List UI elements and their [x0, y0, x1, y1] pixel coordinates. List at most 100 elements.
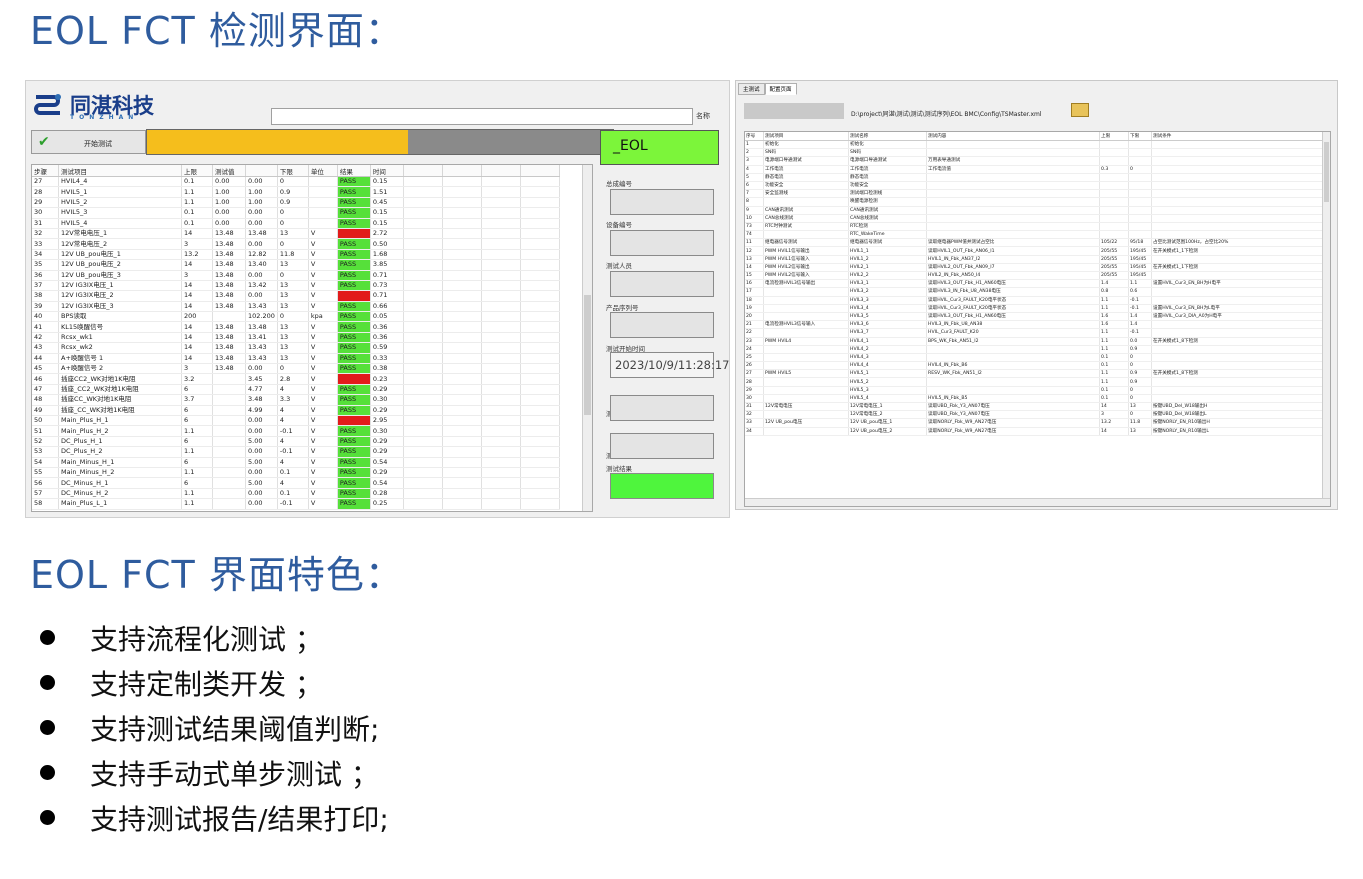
- config-table-row[interactable]: 31 12V常电电压 12V常电电压_1 读取UBD_Fbk_Y3_AN07电压 14 1…: [745, 402, 1330, 412]
- config-table-row[interactable]: 26 HVIL4_4 HVIL4_IN_Fbk_B6 0.1 0: [745, 361, 1330, 371]
- config-table-row[interactable]: 1 初始化 初始化: [745, 140, 1330, 150]
- config-table-row[interactable]: 27 PWM HVIL5 HVIL5_1 RESV_WK_Fbk_AN51_I2 1.1…: [745, 369, 1330, 379]
- config-table-row[interactable]: 25 HVIL4_3 0.1 0: [745, 353, 1330, 363]
- column-header[interactable]: 步骤: [32, 165, 59, 177]
- serial-number-field[interactable]: [610, 312, 714, 338]
- config-table-row[interactable]: 6 功能安全 功能安全: [745, 181, 1330, 191]
- config-table-row[interactable]: 2 SN码 SN码: [745, 148, 1330, 158]
- config-table-container[interactable]: 序号 测试项目 测试名称 测试内容 上限 下限 测试条件 1 初始化 初始化 2 SN码 SN码 3 电源…: [744, 131, 1331, 507]
- table-row[interactable]: 44 A+唤醒信号 1 14 13.48 13.43 13 V PASS 0.33: [32, 353, 560, 365]
- config-table-row[interactable]: 10 CAN总线测试 CAN总线测试: [745, 214, 1330, 223]
- table-row[interactable]: 56 DC_Minus_H_1 6 5.00 4 V PASS 0.54: [32, 477, 560, 489]
- table-row[interactable]: 31 HVIL5_4 0.1 0.00 0.00 0 PASS 0.15: [32, 218, 560, 229]
- config-table-row[interactable]: 7 安全监测线 测试端口检测线: [745, 189, 1330, 199]
- config-table-row[interactable]: 14 PWM HVIL2信号输出 HVIL2_1 读取HVIL2_OUT_Fbk_AN…: [745, 263, 1330, 273]
- table-row[interactable]: 29 HVIL5_2 1.1 1.00 1.00 0.9 PASS 0.45: [32, 197, 560, 209]
- table-row[interactable]: 53 DC_Plus_H_2 1.1 0.00 -0.1 V PASS 0.29: [32, 446, 560, 458]
- config-table-row[interactable]: 11 继电器信号测试 继电器信号测试 读取继电器PWM值并测试占空比 105/22 95/…: [745, 238, 1330, 248]
- table-row[interactable]: 58 Main_Plus_L_1 1.1 0.00 -0.1 V PASS 0.25: [32, 498, 560, 510]
- table-row[interactable]: 39 12V IG3IX电压_3 14 13.48 13.43 13 V PASS 0.66: [32, 301, 560, 313]
- config-table-row[interactable]: 29 HVIL5_3 0.1 0: [745, 386, 1330, 395]
- column-header[interactable]: 测试值: [212, 165, 246, 177]
- table-row[interactable]: 54 Main_Minus_H_1 6 5.00 4 V PASS 0.54: [32, 457, 560, 468]
- config-table-row[interactable]: 13 PWM HVIL1信号输入 HVIL1_2 HVIL1_IN_Fbk_AN37_…: [745, 255, 1330, 264]
- table-row[interactable]: 35 12V UB_pou电压_2 14 13.48 13.40 13 V PASS 3.85: [32, 259, 560, 271]
- config-table-row[interactable]: 22 HVIL3_7 HVIL_Cur3_FAULT_K20 1.1 -0.1: [745, 328, 1330, 338]
- config-column-header[interactable]: 测试内容: [926, 132, 1100, 141]
- table-row[interactable]: 28 HVIL5_1 1.1 1.00 1.00 0.9 PASS 1.51: [32, 186, 560, 198]
- config-table-row[interactable]: 28 HVIL5_2 1.1 0.9: [745, 377, 1330, 387]
- config-table-row[interactable]: 5 静态电流 静态电流: [745, 173, 1330, 182]
- config-table-row[interactable]: 32 12V常电电压_2 读取UBD_Fbk_Y3_AN07电压 3 0 按键UBD_De…: [745, 410, 1330, 420]
- table-row[interactable]: 57 DC_Minus_H_2 1.1 0.00 0.1 V PASS 0.28: [32, 488, 560, 500]
- top-input-field[interactable]: [271, 108, 693, 125]
- table-row[interactable]: 27 HVIL4_4 0.1 0.00 0.00 0 PASS 0.15: [32, 176, 560, 188]
- table-row[interactable]: 51 Main_Plus_H_2 1.1 0.00 -0.1 V PASS 0.30: [32, 425, 560, 437]
- config-scrollbar-thumb[interactable]: [1324, 142, 1329, 202]
- table-row[interactable]: 32 12V常电电压_1 14 13.48 13.48 13 V 2.72: [32, 228, 560, 240]
- config-vertical-scrollbar[interactable]: [1322, 132, 1330, 506]
- table-row[interactable]: 49 插座_CC_WK对地1K电阻 6 4.99 4 V PASS 0.29: [32, 405, 560, 417]
- config-table-row[interactable]: 74 RTC_WakeTime: [745, 230, 1330, 240]
- table-row[interactable]: 55 Main_Minus_H_2 1.1 0.00 0.1 V PASS 0.29: [32, 467, 560, 479]
- config-column-header[interactable]: 测试条件: [1151, 132, 1330, 141]
- table-row[interactable]: 43 Rcsx_wk2 14 13.48 13.43 13 V PASS 0.59: [32, 342, 560, 354]
- table-row[interactable]: 45 A+唤醒信号 2 3 13.48 0.00 0 V PASS 0.38: [32, 363, 560, 375]
- table-row[interactable]: 50 Main_Plus_H_1 6 0.00 4 V 2.95: [32, 415, 560, 427]
- table-row[interactable]: 42 Rcsx_wk1 14 13.48 13.41 13 V PASS 0.36: [32, 332, 560, 344]
- table-row[interactable]: 52 DC_Plus_H_1 6 5.00 4 V PASS 0.29: [32, 436, 560, 448]
- device-number-field[interactable]: [610, 230, 714, 256]
- config-column-header[interactable]: 上限: [1099, 132, 1129, 141]
- start-time-field[interactable]: 2023/10/9/11:28:17: [610, 352, 729, 378]
- test-results-table-container[interactable]: 步骤 测试项目 上限 测试值 下限 单位 结果 时间 27 HVIL4_4 0.1 0.00 0.00…: [31, 164, 593, 512]
- config-name-field[interactable]: [744, 103, 844, 119]
- total-time-field[interactable]: [610, 433, 714, 459]
- table-row[interactable]: 46 插座CC2_WK对地1K电阻 3.2 3.45 2.8 V 0.23: [32, 373, 560, 385]
- end-time-field[interactable]: [610, 395, 714, 421]
- table-row[interactable]: 37 12V IG3IX电压_1 14 13.48 13.42 13 V PASS 0.73: [32, 280, 560, 292]
- config-table-row[interactable]: 21 电流检测HVIL3信号输入 HVIL3_6 HVIL3_IN_Fbk_U8_AN…: [745, 320, 1330, 330]
- scrollbar-thumb[interactable]: [584, 295, 591, 415]
- table-row[interactable]: 41 KL15唤醒信号 14 13.48 13.48 13 V PASS 0.36: [32, 321, 560, 333]
- table-row[interactable]: 40 BPS读取 200 102.200 0 kpa PASS 0.05: [32, 311, 560, 323]
- tester-field[interactable]: [610, 271, 714, 297]
- column-header[interactable]: 下限: [277, 165, 309, 177]
- column-header[interactable]: 结果: [337, 165, 371, 177]
- config-table-row[interactable]: 34 12V UB_pou电压_2 读取NORLY_Fbk_W9_AN27电压 14 1…: [745, 427, 1330, 436]
- config-horizontal-scrollbar[interactable]: [745, 498, 1330, 506]
- table-row[interactable]: 33 12V常电电压_2 3 13.48 0.00 0 V PASS 0.50: [32, 238, 560, 250]
- tab-main-test[interactable]: 主测试: [738, 83, 765, 95]
- table-row[interactable]: 36 12V UB_pou电压_3 3 13.48 0.00 0 V PASS 0.71: [32, 270, 560, 281]
- config-column-header[interactable]: 序号: [745, 132, 764, 141]
- config-table-row[interactable]: 3 电源端口导通测试 电源端口导通测试 万用表导通测试: [745, 156, 1330, 166]
- test-result-field[interactable]: [610, 473, 714, 499]
- vertical-scrollbar[interactable]: [582, 165, 592, 511]
- table-row[interactable]: 47 插座_CC2_WK对地1K电阻 6 4.77 4 V PASS 0.29: [32, 384, 560, 396]
- folder-icon[interactable]: [1071, 103, 1089, 117]
- table-row[interactable]: 38 12V IG3IX电压_2 14 13.48 0.00 13 V 0.71: [32, 290, 560, 302]
- config-table-row[interactable]: 20 HVIL3_5 读取HVIL3_OUT_Fbk_H1_AN60电压 1.6 1.4…: [745, 312, 1330, 322]
- config-table-row[interactable]: 12 PWM HVIL1信号输出 HVIL1_1 读取HVIL1_OUT_Fbk_AN…: [745, 246, 1330, 256]
- assembly-number-field[interactable]: [610, 189, 714, 215]
- column-header[interactable]: 单位: [308, 165, 338, 177]
- config-table-row[interactable]: 33 12V UB_pou电压 12V UB_pou电压_1 读取NORLY_Fbk_…: [745, 418, 1330, 428]
- start-test-button[interactable]: ✔ 开始测试: [31, 130, 146, 154]
- config-table-row[interactable]: 73 RTC时钟测试 RTC检测: [745, 222, 1330, 232]
- config-table-row[interactable]: 15 PWM HVIL2信号输入 HVIL2_2 HVIL2_IN_Fbk_AN50_…: [745, 271, 1330, 281]
- config-column-header[interactable]: 测试名称: [848, 132, 927, 141]
- config-table-row[interactable]: 30 HVIL5_4 HVIL5_IN_Fbk_B5 0.1 0: [745, 394, 1330, 404]
- column-header[interactable]: 测试项目: [58, 165, 182, 177]
- table-row[interactable]: 30 HVIL5_3 0.1 0.00 0.00 0 PASS 0.15: [32, 207, 560, 219]
- config-column-header[interactable]: 测试项目: [763, 132, 849, 141]
- config-table-row[interactable]: 9 CAN通讯测试 CAN通讯测试: [745, 206, 1330, 215]
- table-row[interactable]: 34 12V UB_pou电压_1 13.2 13.48 12.82 11.8 V PASS 1…: [32, 249, 560, 261]
- config-table-row[interactable]: 16 电流检测HVIL3信号输出 HVIL3_1 读取HVIL3_OUT_Fbk_H1…: [745, 279, 1330, 289]
- config-table-row[interactable]: 24 HVIL4_2 1.1 0.9: [745, 345, 1330, 354]
- tab-config[interactable]: 配置页面: [764, 83, 797, 95]
- config-table-row[interactable]: 8 唤醒电源检测: [745, 197, 1330, 207]
- column-header[interactable]: 上限: [181, 165, 213, 177]
- config-table-row[interactable]: 19 HVIL3_4 读取HVIL_Cur3_FAULT_K20电平状态 1.1 -0.…: [745, 304, 1330, 313]
- config-table-row[interactable]: 17 HVIL3_2 读取HVIL3_IN_Fbk_U8_AN38电压 0.8 0.6: [745, 287, 1330, 297]
- column-header[interactable]: [245, 165, 278, 177]
- config-column-header[interactable]: 下限: [1128, 132, 1152, 141]
